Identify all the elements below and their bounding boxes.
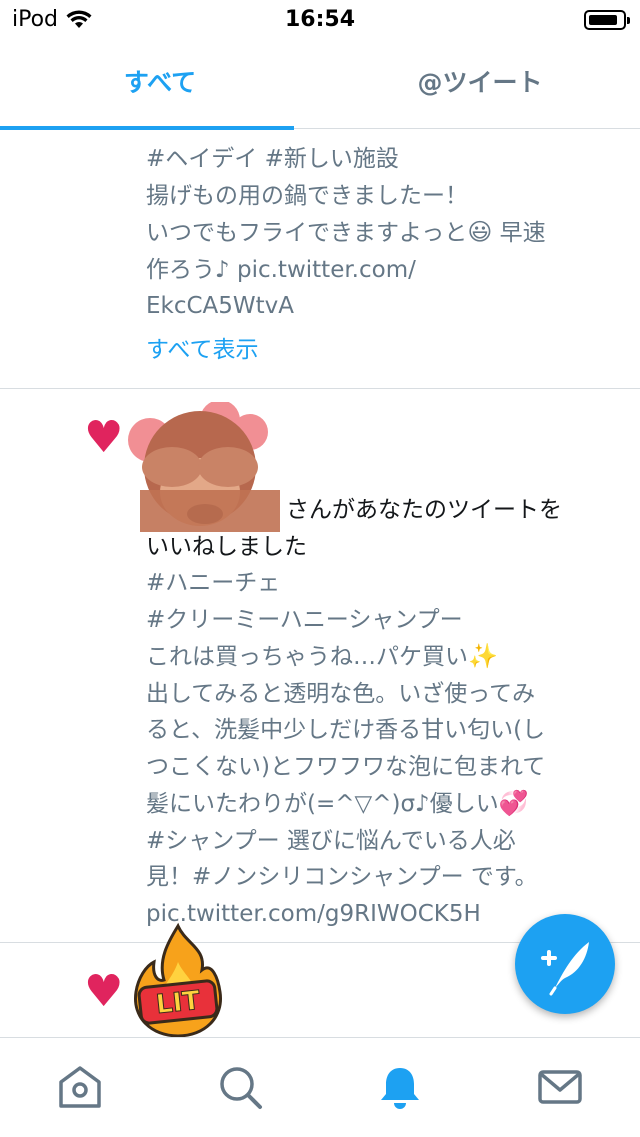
tweet-line: つこくない)とフワフワな泡に包まれて	[146, 753, 546, 780]
tweet-line: 見！#ノンシリコンシャンプー です。	[146, 864, 538, 890]
notification-line: さんがあなたのツイートを	[286, 497, 562, 523]
bottom-nav	[0, 1037, 640, 1137]
notification-line: いいねしました	[146, 533, 307, 560]
tweet-line: 髪にいたわりが(=^▽^)σ♪優しい💞	[146, 789, 529, 817]
tweet-line: 揚げもの用の鍋できましたー！	[146, 182, 468, 209]
tweet-line: 出してみると透明な色。いざ使ってみ	[146, 680, 536, 707]
like-notification-text: さんがあなたのツイートを いいねしました	[146, 492, 562, 565]
tweet-line: #シャンプー 選びに悩んでいる人必	[146, 827, 516, 854]
sparkles-emoji-icon: ✨	[468, 642, 498, 670]
tweet-line: これは買っちゃうね…パケ買い✨	[146, 642, 498, 670]
notification-tabs: すべて @ツイート	[0, 50, 640, 130]
show-all-link[interactable]: すべて表示	[146, 330, 258, 364]
compose-feather-icon	[541, 942, 589, 996]
tweet-line: #ヘイデイ #新しい施設	[146, 146, 399, 172]
messages-envelope-icon[interactable]	[535, 1062, 585, 1112]
heart-icon: ♥	[84, 412, 124, 463]
liked-tweet-text: #ハニーチェ #クリーミーハニーシャンプー これは買っちゃうね…パケ買い✨ 出し…	[146, 565, 545, 932]
battery-icon	[584, 10, 630, 30]
list-item[interactable]: #ヘイデイ #新しい施設 揚げもの用の鍋できましたー！ いつでもフライできますよ…	[0, 129, 640, 389]
grinning-emoji-icon: 😃	[467, 218, 493, 246]
notifications-bell-icon[interactable]	[375, 1062, 425, 1112]
clock: 16:54	[284, 7, 356, 32]
svg-text:LIT: LIT	[155, 986, 202, 1020]
tab-mentions[interactable]: @ツイート	[320, 50, 640, 128]
heart-icon: ♥	[84, 966, 124, 1017]
tweet-line: #ハニーチェ	[146, 570, 281, 596]
home-icon[interactable]	[55, 1062, 105, 1112]
search-icon[interactable]	[215, 1062, 265, 1112]
tweet-line: いつでもフライできますよっと😃 早速	[146, 218, 546, 246]
tweet-line: EkcCA5WtvA	[146, 293, 295, 319]
tweet-line: 作ろう♪ pic.twitter.com/	[146, 256, 416, 283]
tweet-text: #ヘイデイ #新しい施設 揚げもの用の鍋できましたー！ いつでもフライできますよ…	[146, 141, 546, 325]
revolving-hearts-emoji-icon: 💞	[498, 789, 529, 817]
status-bar: iPod 16:54	[0, 0, 640, 40]
tab-all[interactable]: すべて	[0, 50, 320, 128]
tweet-line: ると、洗髪中少しだけ香る甘い匂い(し	[146, 717, 546, 743]
compose-tweet-button[interactable]	[515, 914, 615, 1014]
lit-fire-sticker-icon: LIT	[134, 922, 222, 1038]
tweet-line: #クリーミーハニーシャンプー	[146, 606, 463, 633]
